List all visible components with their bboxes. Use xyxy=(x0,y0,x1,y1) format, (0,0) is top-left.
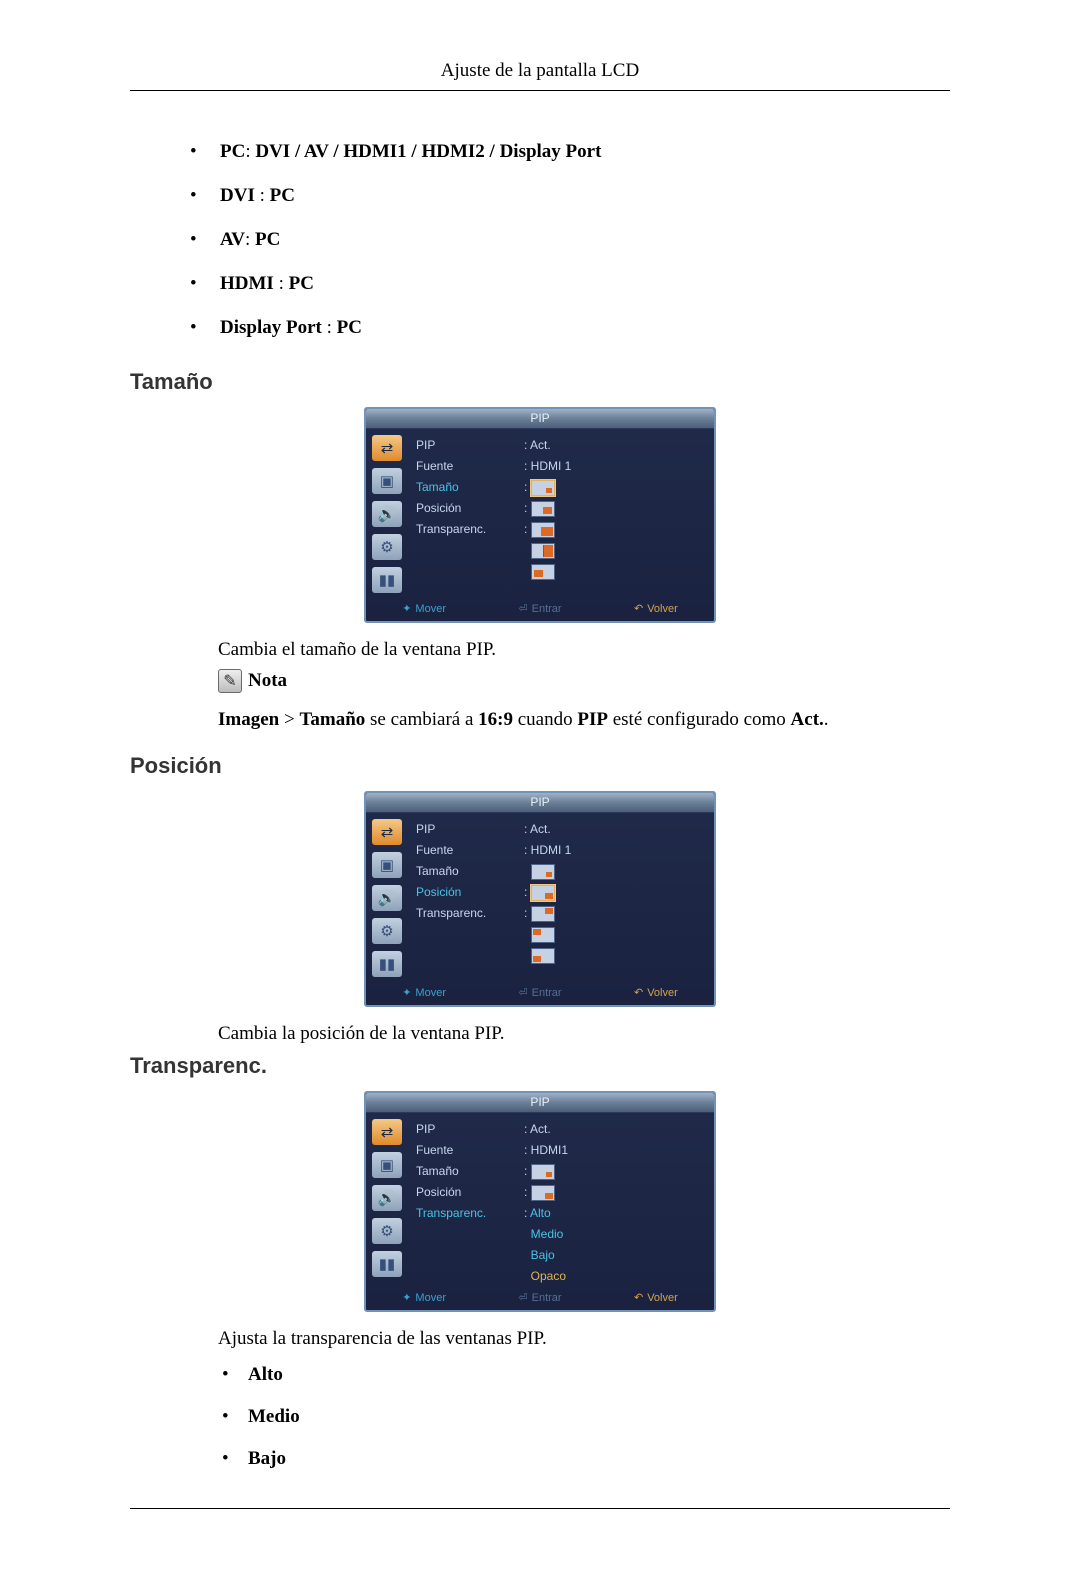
osd-screenshot-transparenc: PIP ⇄ ▣ 🔊 ⚙ ▮▮ PIP Fuente Tamaño Posició… xyxy=(130,1091,950,1312)
osd-label-transparenc: Transparenc. xyxy=(416,1205,524,1221)
osd-footer-move: ✦Mover xyxy=(402,602,446,615)
osd-pos-opt-bl xyxy=(524,947,704,963)
note-line: ✎ Nota xyxy=(218,669,950,693)
page-header: Ajuste de la pantalla LCD xyxy=(130,60,950,91)
osd-label-pip: PIP xyxy=(416,821,524,837)
opt-alto: Alto xyxy=(248,1364,950,1386)
input-icon: ⇄ xyxy=(372,1119,402,1145)
osd-footer-enter: ⏎Entrar xyxy=(518,602,561,615)
setup-icon: ⚙ xyxy=(372,918,402,944)
osd-label-tamano: Tamaño xyxy=(416,1163,524,1179)
note-paragraph: Imagen > Tamaño se cambiará a 16:9 cuand… xyxy=(218,709,950,731)
caption-transparenc: Ajusta la transparencia de las ventanas … xyxy=(218,1328,950,1350)
osd-value-pip: Act. xyxy=(524,1121,704,1137)
sound-icon: 🔊 xyxy=(372,1185,402,1211)
page-title: Ajuste de la pantalla LCD xyxy=(441,60,639,81)
osd-size-opt-3 xyxy=(524,521,704,537)
osd-footer-enter: ⏎Entrar xyxy=(518,986,561,999)
multi-icon: ▮▮ xyxy=(372,1251,402,1277)
page-footer-rule xyxy=(130,1508,950,1509)
osd-value-tamano-thumb xyxy=(524,1163,704,1179)
setup-icon: ⚙ xyxy=(372,534,402,560)
osd-size-opt-1 xyxy=(524,479,704,495)
osd-footer-move: ✦Mover xyxy=(402,986,446,999)
osd-label-fuente: Fuente xyxy=(416,842,524,858)
setup-icon: ⚙ xyxy=(372,1218,402,1244)
osd-footer: ✦Mover ⏎Entrar ↶Volver xyxy=(366,599,714,617)
osd-footer-move: ✦Mover xyxy=(402,1291,446,1304)
osd-value-fuente: HDMI 1 xyxy=(524,842,704,858)
input-icon: ⇄ xyxy=(372,819,402,845)
osd-value-posicion-thumb xyxy=(524,1184,704,1200)
osd-value-tamano-thumb xyxy=(524,863,704,879)
osd-value-pip: Act. xyxy=(524,821,704,837)
osd-label-transparenc: Transparenc. xyxy=(416,521,524,537)
transparency-options-list: Alto Medio Bajo xyxy=(248,1364,950,1470)
picture-icon: ▣ xyxy=(372,852,402,878)
osd-footer: ✦Mover ⏎Entrar ↶Volver xyxy=(366,983,714,1001)
osd-label-tamano: Tamaño xyxy=(416,863,524,879)
osd-label-posicion: Posición xyxy=(416,884,524,900)
osd-footer-return: ↶Volver xyxy=(634,1291,678,1304)
osd-value-pip: Act. xyxy=(524,437,704,453)
picture-icon: ▣ xyxy=(372,468,402,494)
sound-icon: 🔊 xyxy=(372,501,402,527)
osd-footer-enter: ⏎Entrar xyxy=(518,1291,561,1304)
osd-footer-return: ↶Volver xyxy=(634,986,678,999)
osd-pos-opt-br xyxy=(524,884,704,900)
heading-posicion: Posición xyxy=(130,753,950,779)
osd-screenshot-posicion: PIP ⇄ ▣ 🔊 ⚙ ▮▮ PIP Fuente Tamaño Posició… xyxy=(130,791,950,1007)
osd-title: PIP xyxy=(530,1095,549,1109)
osd-side-icons: ⇄ ▣ 🔊 ⚙ ▮▮ xyxy=(366,1113,408,1288)
osd-label-fuente: Fuente xyxy=(416,458,524,474)
note-label: Nota xyxy=(248,670,287,692)
input-icon: ⇄ xyxy=(372,435,402,461)
osd-size-opt-4 xyxy=(524,542,704,558)
osd-footer-return: ↶Volver xyxy=(634,602,678,615)
caption-tamano: Cambia el tamaño de la ventana PIP. xyxy=(218,639,950,661)
osd-label-transparenc: Transparenc. xyxy=(416,905,524,921)
source-combination-list: PC: DVI / AV / HDMI1 / HDMI2 / Display P… xyxy=(220,141,950,339)
osd-label-tamano: Tamaño xyxy=(416,479,524,495)
sound-icon: 🔊 xyxy=(372,885,402,911)
source-item-av: AV: PC xyxy=(220,229,950,251)
osd-label-fuente: Fuente xyxy=(416,1142,524,1158)
heading-tamano: Tamaño xyxy=(130,369,950,395)
osd-trans-opt-opaco: Opaco xyxy=(524,1268,704,1284)
osd-size-opt-2 xyxy=(524,500,704,516)
source-item-displayport: Display Port : PC xyxy=(220,317,950,339)
osd-value-fuente: HDMI 1 xyxy=(524,458,704,474)
osd-screenshot-tamano: PIP ⇄ ▣ 🔊 ⚙ ▮▮ PIP Fuente Tamaño Posició… xyxy=(130,407,950,623)
osd-label-posicion: Posición xyxy=(416,500,524,516)
note-icon: ✎ xyxy=(218,669,242,693)
osd-value-fuente: HDMI1 xyxy=(524,1142,704,1158)
osd-trans-opt-medio: Medio xyxy=(524,1226,704,1242)
osd-label-posicion: Posición xyxy=(416,1184,524,1200)
multi-icon: ▮▮ xyxy=(372,567,402,593)
source-item-hdmi: HDMI : PC xyxy=(220,273,950,295)
osd-label-pip: PIP xyxy=(416,1121,524,1137)
opt-bajo: Bajo xyxy=(248,1448,950,1470)
osd-title: PIP xyxy=(530,411,549,425)
osd-title: PIP xyxy=(530,795,549,809)
osd-side-icons: ⇄ ▣ 🔊 ⚙ ▮▮ xyxy=(366,429,408,599)
osd-label-pip: PIP xyxy=(416,437,524,453)
picture-icon: ▣ xyxy=(372,1152,402,1178)
osd-pos-opt-tl xyxy=(524,926,704,942)
source-item-dvi: DVI : PC xyxy=(220,185,950,207)
osd-side-icons: ⇄ ▣ 🔊 ⚙ ▮▮ xyxy=(366,813,408,983)
osd-size-opt-5 xyxy=(524,563,704,579)
osd-pos-opt-tr xyxy=(524,905,704,921)
caption-posicion: Cambia la posición de la ventana PIP. xyxy=(218,1023,950,1045)
osd-trans-opt-alto: Alto xyxy=(524,1205,704,1221)
source-item-pc: PC: DVI / AV / HDMI1 / HDMI2 / Display P… xyxy=(220,141,950,163)
opt-medio: Medio xyxy=(248,1406,950,1428)
osd-trans-opt-bajo: Bajo xyxy=(524,1247,704,1263)
heading-transparenc: Transparenc. xyxy=(130,1053,950,1079)
multi-icon: ▮▮ xyxy=(372,951,402,977)
osd-footer: ✦Mover ⏎Entrar ↶Volver xyxy=(366,1288,714,1306)
